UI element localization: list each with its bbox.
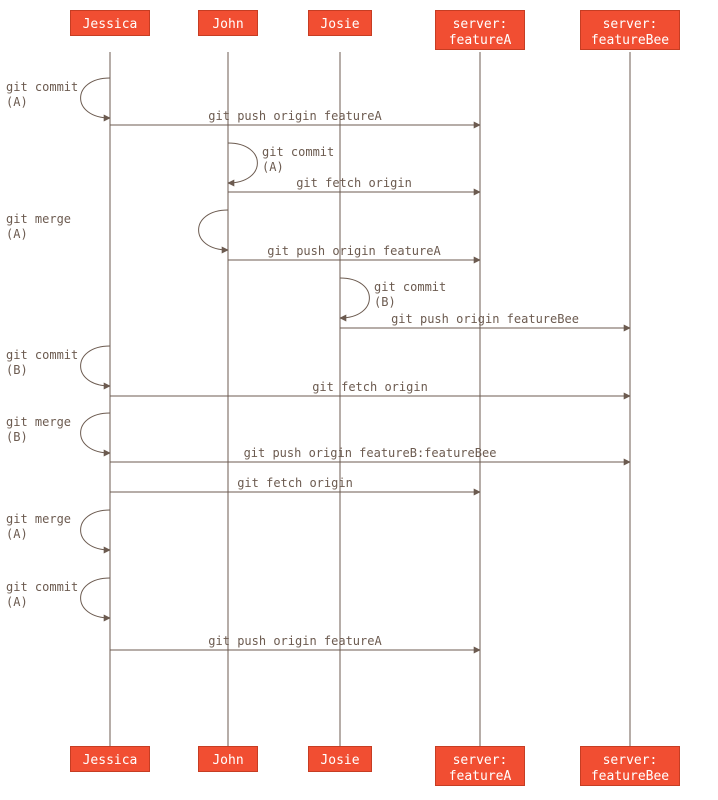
- participant-featureBee-header: server: featureBee: [580, 10, 680, 50]
- self-label-8: git commit (B): [6, 348, 78, 378]
- self-label-0: git commit (A): [6, 80, 78, 110]
- participant-featureA-footer: server: featureA: [435, 746, 525, 786]
- participant-john-footer: John: [198, 746, 258, 772]
- self-label-10: git merge (B): [6, 415, 78, 445]
- participant-josie-footer: Josie: [308, 746, 372, 772]
- self-label-14: git commit (A): [6, 580, 78, 610]
- message-label-11: git push origin featureB:featureBee: [122, 446, 618, 461]
- participant-jessica-header: Jessica: [70, 10, 150, 36]
- message-label-3: git fetch origin: [240, 176, 468, 191]
- message-label-15: git push origin featureA: [122, 634, 468, 649]
- message-label-7: git push origin featureBee: [352, 312, 618, 327]
- self-label-4: git merge (A): [6, 212, 196, 242]
- participant-josie-header: Josie: [308, 10, 372, 36]
- self-label-6: git commit (B): [374, 280, 446, 310]
- participant-featureA-header: server: featureA: [435, 10, 525, 50]
- message-label-1: git push origin featureA: [122, 109, 468, 124]
- self-label-2: git commit (A): [262, 145, 334, 175]
- participant-john-header: John: [198, 10, 258, 36]
- message-label-9: git fetch origin: [122, 380, 618, 395]
- participant-jessica-footer: Jessica: [70, 746, 150, 772]
- participant-featureBee-footer: server: featureBee: [580, 746, 680, 786]
- self-label-13: git merge (A): [6, 512, 78, 542]
- message-label-5: git push origin featureA: [240, 244, 468, 259]
- message-label-12: git fetch origin: [122, 476, 468, 491]
